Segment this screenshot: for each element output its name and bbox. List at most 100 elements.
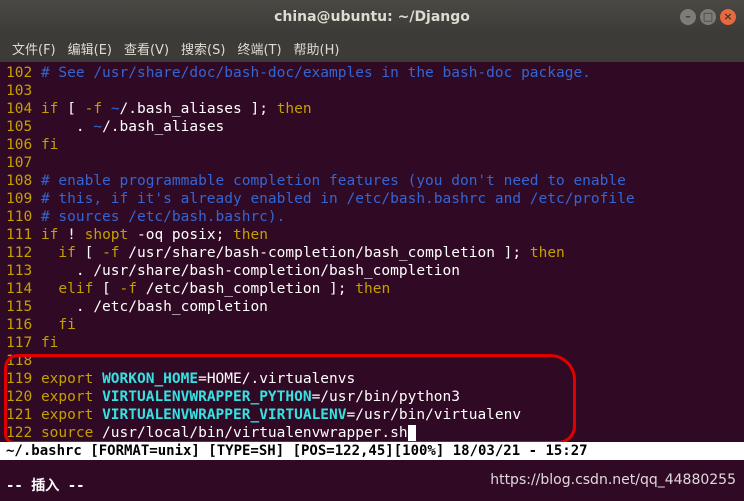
code-line: 107 [6, 154, 41, 172]
menu-search[interactable]: 搜索(S) [175, 39, 231, 58]
code-token: if [40, 101, 59, 117]
code-token: ! [58, 227, 85, 243]
code-token: ~ [110, 101, 120, 117]
code-line: 110 # sources /etc/bash.bashrc). [6, 208, 285, 226]
code-token: # sources /etc/bash.bashrc). [40, 209, 286, 225]
code-token: [ [93, 281, 120, 297]
minimize-icon[interactable]: – [680, 9, 696, 25]
code-line: 105 . ~/.bash_aliases [6, 118, 224, 136]
code-token: if [58, 245, 76, 261]
code-token: export [40, 371, 94, 387]
code-token: # this, if it's already enabled in /etc/… [40, 191, 635, 207]
line-number: 111 [6, 227, 33, 243]
line-number: 105 [6, 119, 33, 135]
line-number: 110 [6, 209, 33, 225]
code-token: WORKON_HOME [102, 371, 199, 387]
window-controls: – □ × [680, 9, 736, 25]
line-number: 107 [6, 155, 33, 171]
watermark-text: https://blog.csdn.net/qq_44880255 [490, 472, 736, 488]
menu-bar: 文件(F) 编辑(E) 查看(V) 搜索(S) 终端(T) 帮助(H) [0, 34, 744, 62]
code-token: fi [58, 317, 76, 333]
code-token: /.bash_aliases [102, 119, 225, 135]
code-line: 113 . /usr/share/bash-completion/bash_co… [6, 262, 460, 280]
code-token: export [40, 389, 94, 405]
line-number: 109 [6, 191, 33, 207]
line-number: 116 [6, 317, 33, 333]
code-token: source [40, 425, 94, 441]
menu-view[interactable]: 查看(V) [118, 39, 175, 58]
code-line: 119 export WORKON_HOME=HOME/.virtualenvs [6, 370, 355, 388]
code-token: -f [102, 245, 120, 261]
code-token: [ [75, 245, 103, 261]
code-token: # enable programmable completion feature… [40, 173, 626, 189]
menu-file[interactable]: 文件(F) [6, 39, 62, 58]
code-token: . /usr/share/bash-completion/bash_comple… [40, 263, 460, 279]
close-icon[interactable]: × [720, 9, 736, 25]
terminal-area[interactable]: 102 # See /usr/share/doc/bash-doc/exampl… [0, 62, 744, 501]
line-number: 114 [6, 281, 33, 297]
code-token: then [233, 227, 268, 243]
code-token: elif [58, 281, 94, 297]
code-token: export [40, 407, 94, 423]
line-number: 117 [6, 335, 33, 351]
line-number: 120 [6, 389, 33, 405]
code-line: 121 export VIRTUALENVWRAPPER_VIRTUALENV=… [6, 406, 521, 424]
code-token: -f [84, 101, 103, 117]
code-line: 115 . /etc/bash_completion [6, 298, 268, 316]
line-number: 118 [6, 353, 33, 369]
code-line: 106 fi [6, 136, 58, 154]
line-number: 112 [6, 245, 33, 261]
code-line: 111 if ! shopt -oq posix; then [6, 226, 268, 244]
code-line: 108 # enable programmable completion fea… [6, 172, 626, 190]
code-token: . [40, 119, 94, 135]
code-token: /usr/local/bin/virtualenvwrapper.sh [93, 425, 408, 441]
code-token: if [40, 227, 59, 243]
code-token: /etc/bash_completion ]; [137, 281, 356, 297]
code-token: VIRTUALENVWRAPPER_VIRTUALENV [102, 407, 347, 423]
code-token: =HOME/.virtualenvs [198, 371, 356, 387]
line-number: 103 [6, 83, 33, 99]
menu-edit[interactable]: 编辑(E) [62, 39, 118, 58]
code-token: fi [40, 335, 59, 351]
window-titlebar[interactable]: china@ubuntu: ~/Django – □ × [0, 0, 744, 34]
line-number: 102 [6, 65, 33, 81]
code-line: 122 source /usr/local/bin/virtualenvwrap… [6, 424, 417, 442]
menu-help[interactable]: 帮助(H) [288, 39, 346, 58]
code-token: ~ [93, 119, 103, 135]
code-token: . /etc/bash_completion [40, 299, 268, 315]
code-token: then [529, 245, 565, 261]
code-token: [ [58, 101, 85, 117]
code-line: 103 [6, 82, 41, 100]
text-cursor [407, 425, 417, 441]
line-number: 119 [6, 371, 33, 387]
code-line: 109 # this, if it's already enabled in /… [6, 190, 635, 208]
maximize-icon[interactable]: □ [700, 9, 716, 25]
vim-status-bar: ~/.bashrc [FORMAT=unix] [TYPE=SH] [POS=1… [0, 442, 744, 460]
code-line: 118 [6, 352, 41, 370]
code-line: 102 # See /usr/share/doc/bash-doc/exampl… [6, 64, 591, 82]
code-line: 120 export VIRTUALENVWRAPPER_PYTHON=/usr… [6, 388, 460, 406]
window-title: china@ubuntu: ~/Django [274, 9, 470, 25]
code-line: 116 fi [6, 316, 76, 334]
code-token: VIRTUALENVWRAPPER_PYTHON [102, 389, 312, 405]
menu-terminal[interactable]: 终端(T) [231, 39, 287, 58]
code-token: -oq posix; [128, 227, 234, 243]
code-token: shopt [84, 227, 129, 243]
code-token: # See /usr/share/doc/bash-doc/examples i… [40, 65, 591, 81]
line-number: 108 [6, 173, 33, 189]
line-number: 122 [6, 425, 33, 441]
line-number: 113 [6, 263, 33, 279]
code-token: -f [119, 281, 137, 297]
code-line: 104 if [ -f ~/.bash_aliases ]; then [6, 100, 312, 118]
code-token: then [355, 281, 391, 297]
code-line: 114 elif [ -f /etc/bash_completion ]; th… [6, 280, 390, 298]
code-line: 117 fi [6, 334, 58, 352]
code-line: 112 if [ -f /usr/share/bash-completion/b… [6, 244, 565, 262]
code-token: =/usr/bin/python3 [311, 389, 460, 405]
